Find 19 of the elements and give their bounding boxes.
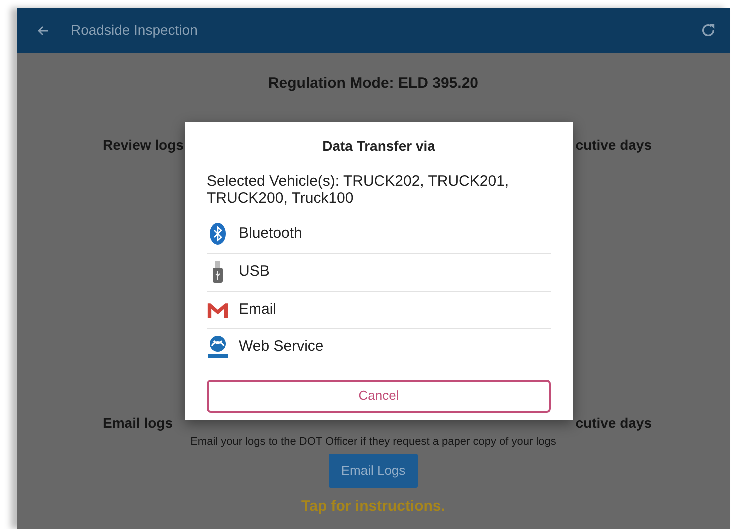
transfer-option[interactable]: Web Service <box>207 328 551 366</box>
section-heading: Email logs <box>103 414 174 433</box>
usb-drive-icon <box>213 261 223 284</box>
back-icon[interactable] <box>37 24 49 36</box>
regulation-mode-heading: Regulation Mode: ELD 395.20 <box>267 74 480 94</box>
transfer-option[interactable]: USB <box>207 253 551 290</box>
envelope-m-icon <box>207 300 229 319</box>
refresh-icon[interactable] <box>701 23 716 38</box>
transfer-option[interactable]: Bluetooth <box>207 216 551 253</box>
selected-vehicles-text: Selected Vehicle(s): TRUCK202, TRUCK201, TRUCK200, Truck100 <box>207 173 510 208</box>
section-heading: cutive days <box>576 136 652 155</box>
bluetooth-icon <box>210 223 226 246</box>
screen-title: Roadside Inspection <box>71 21 198 40</box>
cancel-button[interactable]: Cancel <box>207 380 551 412</box>
transfer-option[interactable]: Email <box>207 290 551 328</box>
email-hint: Email your logs to the DOT Officer if they request a paper copy of your logs <box>190 434 558 450</box>
dialog-title: Data Transfer via <box>322 137 436 156</box>
section-heading: Review logs <box>103 136 184 155</box>
section-heading: cutive days <box>576 414 652 433</box>
